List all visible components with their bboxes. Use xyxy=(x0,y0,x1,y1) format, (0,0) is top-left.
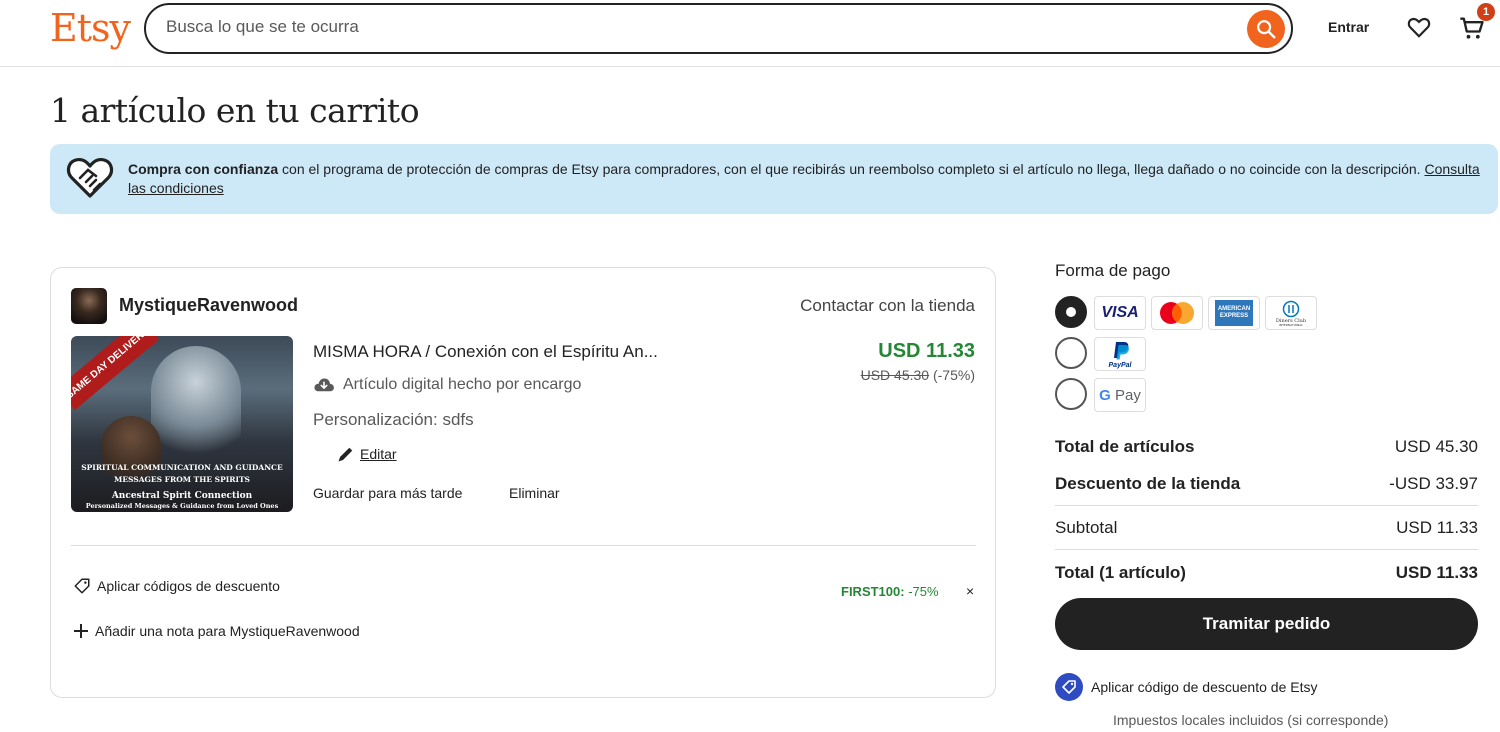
summary-divider xyxy=(1055,549,1478,550)
checkout-button[interactable]: Tramitar pedido xyxy=(1055,598,1478,650)
image-caption-line-1: SPIRITUAL COMMUNICATION AND GUIDANCE xyxy=(81,463,283,472)
heart-icon xyxy=(1407,17,1431,38)
search-button[interactable] xyxy=(1247,10,1285,48)
cart-count-badge: 1 xyxy=(1477,3,1495,21)
personalization-text: Personalización: sdfs xyxy=(313,410,474,429)
items-total-label: Total de artículos xyxy=(1055,437,1195,456)
amex-icon: AMERICAN EXPRESS xyxy=(1208,296,1260,330)
payment-title: Forma de pago xyxy=(1055,261,1171,280)
add-note-label: Añadir una nota para MystiqueRavenwood xyxy=(95,623,360,639)
signin-link[interactable]: Entrar xyxy=(1328,19,1369,35)
tag-icon xyxy=(74,578,90,594)
paypal-icon: PayPal xyxy=(1094,337,1146,371)
svg-text:INTERNATIONAL: INTERNATIONAL xyxy=(1279,323,1303,327)
code-name: FIRST100: xyxy=(841,584,905,599)
save-for-later-button[interactable]: Guardar para más tarde xyxy=(313,485,462,501)
image-caption-line-2: MESSAGES FROM THE SPIRITS xyxy=(114,475,250,484)
code-value: -75% xyxy=(904,584,939,599)
search-icon xyxy=(1257,20,1276,39)
etsy-logo[interactable]: Etsy xyxy=(50,6,131,50)
coupon-tag-icon xyxy=(1055,673,1083,701)
product-type-label: Artículo digital hecho por encargo xyxy=(343,376,582,393)
add-note-link[interactable]: Añadir una nota para MystiqueRavenwood xyxy=(73,623,360,639)
subtotal-value: USD 11.33 xyxy=(1396,518,1478,537)
grand-total-label: Total (1 artículo) xyxy=(1055,563,1186,582)
purchase-protection-banner: Compra con confianza con el programa de … xyxy=(50,144,1498,214)
image-caption-line-4: Personalized Messages & Guidance from Lo… xyxy=(85,502,279,510)
cloud-download-icon xyxy=(314,378,334,392)
subtotal-label: Subtotal xyxy=(1055,518,1118,537)
product-image[interactable]: SAME DAY DELIVERY SPIRITUAL COMMUNICATIO… xyxy=(71,336,293,512)
shop-cart-card: MystiqueRavenwood Contactar con la tiend… xyxy=(50,267,996,698)
applied-code: FIRST100: -75% xyxy=(841,584,939,599)
payment-radio-gpay[interactable] xyxy=(1055,378,1087,410)
subtotal-row: Subtotal USD 11.33 xyxy=(1055,518,1478,538)
remove-button[interactable]: Eliminar xyxy=(509,485,560,501)
remove-code-button[interactable]: × xyxy=(966,583,974,599)
diners-club-icon: Diners Club INTERNATIONAL xyxy=(1265,296,1317,330)
product-title[interactable]: MISMA HORA / Conexión con el Espíritu An… xyxy=(313,342,658,362)
shop-discount-label: Descuento de la tienda xyxy=(1055,474,1241,493)
visa-icon: VISA xyxy=(1094,296,1146,330)
payment-radio-cards[interactable] xyxy=(1055,296,1087,328)
summary-divider xyxy=(1055,505,1478,506)
shop-name[interactable]: MystiqueRavenwood xyxy=(119,295,298,316)
banner-bold: Compra con confianza xyxy=(128,161,279,177)
shop-avatar[interactable] xyxy=(71,288,107,324)
apply-codes-label: Aplicar códigos de descuento xyxy=(97,578,280,594)
spirit-figure xyxy=(151,346,241,466)
contact-shop-link[interactable]: Contactar con la tienda xyxy=(800,296,975,316)
grand-total-row: Total (1 artículo) USD 11.33 xyxy=(1055,563,1478,583)
items-total-row: Total de artículos USD 45.30 xyxy=(1055,437,1478,457)
product-type: Artículo digital hecho por encargo xyxy=(313,376,581,394)
search-bar xyxy=(144,3,1293,54)
svg-text:PayPal: PayPal xyxy=(1109,362,1133,369)
page-title: 1 artículo en tu carrito xyxy=(50,91,420,130)
google-pay-icon: G Pay xyxy=(1094,378,1146,412)
banner-text: Compra con confianza con el programa de … xyxy=(128,160,1488,198)
pencil-icon xyxy=(338,447,353,462)
discount-percent: (-75%) xyxy=(932,367,975,383)
plus-icon xyxy=(74,624,88,638)
mastercard-icon xyxy=(1151,296,1203,330)
same-day-ribbon: SAME DAY DELIVERY xyxy=(71,336,160,411)
items-total-value: USD 45.30 xyxy=(1394,437,1478,456)
search-input[interactable] xyxy=(166,17,1226,37)
favorites-button[interactable] xyxy=(1406,14,1432,45)
etsy-coupon-label: Aplicar código de descuento de Etsy xyxy=(1091,679,1318,695)
divider xyxy=(71,545,976,546)
product-original-price: USD 45.30 (-75%) xyxy=(861,367,975,383)
image-caption-line-3: Ancestral Spirit Connection xyxy=(111,491,253,501)
shop-discount-row: Descuento de la tienda -USD 33.97 xyxy=(1055,474,1478,494)
edit-label: Editar xyxy=(360,446,397,462)
edit-link[interactable]: Editar xyxy=(336,444,397,464)
site-header: Etsy Entrar 1 xyxy=(0,0,1500,67)
visa-label: VISA xyxy=(1101,304,1139,321)
image-caption: SPIRITUAL COMMUNICATION AND GUIDANCE MES… xyxy=(71,462,293,510)
handshake-heart-icon xyxy=(66,156,114,205)
payment-radio-paypal[interactable] xyxy=(1055,337,1087,369)
product-price: USD 11.33 xyxy=(878,340,975,362)
apply-codes-link[interactable]: Aplicar códigos de descuento xyxy=(73,577,280,595)
grand-total-value: USD 11.33 xyxy=(1395,563,1478,582)
etsy-coupon-link[interactable]: Aplicar código de descuento de Etsy xyxy=(1055,673,1317,701)
tax-note: Impuestos locales incluidos (si correspo… xyxy=(1113,712,1389,728)
shop-discount-value: -USD 33.97 xyxy=(1389,474,1478,493)
banner-body: con el programa de protección de compras… xyxy=(278,161,1425,177)
original-price: USD 45.30 xyxy=(860,367,930,383)
